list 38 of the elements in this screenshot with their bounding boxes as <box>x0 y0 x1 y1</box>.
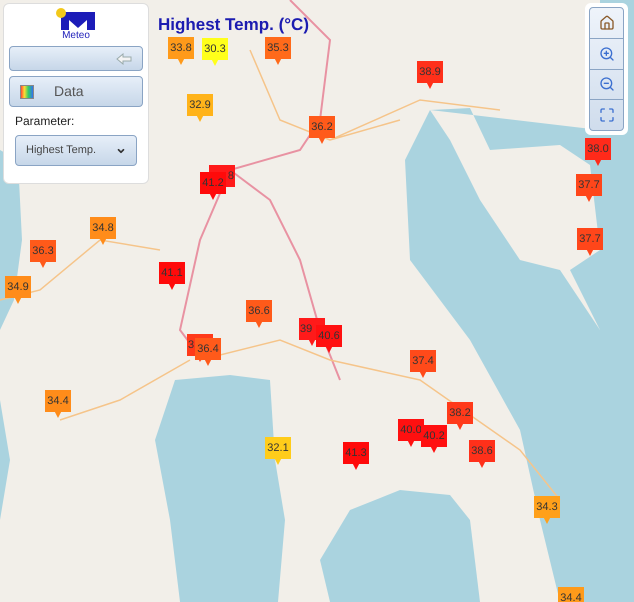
left-arrow-icon <box>116 52 132 64</box>
temperature-marker[interactable]: 34.8 <box>90 217 116 245</box>
color-spectrum-icon <box>20 84 34 98</box>
temperature-marker[interactable]: 30.3 <box>202 38 228 66</box>
temperature-marker[interactable]: 32.9 <box>187 94 213 122</box>
temperature-marker[interactable]: 37.7 <box>577 228 603 256</box>
zoom-out-icon <box>598 76 614 92</box>
temperature-marker[interactable]: 38.2 <box>447 402 473 430</box>
temperature-marker[interactable]: 41.3 <box>343 442 369 470</box>
temperature-marker[interactable]: 34.4 <box>45 390 71 418</box>
temperature-marker[interactable]: 36.4 <box>195 338 221 366</box>
temperature-marker[interactable]: 33.8 <box>168 37 194 65</box>
temperature-marker[interactable]: 40.2 <box>421 425 447 453</box>
temperature-marker[interactable]: 36.3 <box>30 240 56 268</box>
temperature-marker[interactable]: 37.4 <box>410 350 436 378</box>
map-title: Highest Temp. (°C) <box>158 14 309 36</box>
zoom-extent-icon <box>598 107 614 124</box>
temperature-marker[interactable]: 36.2 <box>309 116 335 144</box>
logo-text: Meteo <box>62 30 90 41</box>
temperature-marker[interactable]: 40.0 <box>398 419 424 447</box>
temperature-marker[interactable]: 34.4 <box>558 587 584 602</box>
logo-icon <box>55 8 97 30</box>
temperature-marker[interactable]: 41.2 <box>200 172 226 200</box>
temperature-marker[interactable]: 32.1 <box>265 437 291 465</box>
parameter-select[interactable]: Highest Temp. <box>15 135 137 166</box>
temperature-marker[interactable]: 37.7 <box>576 174 602 202</box>
collapse-button[interactable] <box>9 46 143 71</box>
temperature-marker[interactable]: 40.6 <box>316 325 342 353</box>
temperature-marker[interactable]: 41.1 <box>159 262 185 290</box>
temperature-marker[interactable]: 35.3 <box>265 37 291 65</box>
home-icon <box>598 14 614 31</box>
temperature-marker[interactable]: 36.6 <box>246 300 272 328</box>
temperature-marker[interactable]: 34.9 <box>5 276 31 304</box>
temperature-marker[interactable]: 38.9 <box>417 61 443 89</box>
data-button[interactable]: Data <box>9 76 143 107</box>
temperature-marker[interactable]: 38.6 <box>469 440 495 468</box>
parameter-label: Parameter: <box>14 113 76 130</box>
zoom-in-icon <box>598 46 614 62</box>
